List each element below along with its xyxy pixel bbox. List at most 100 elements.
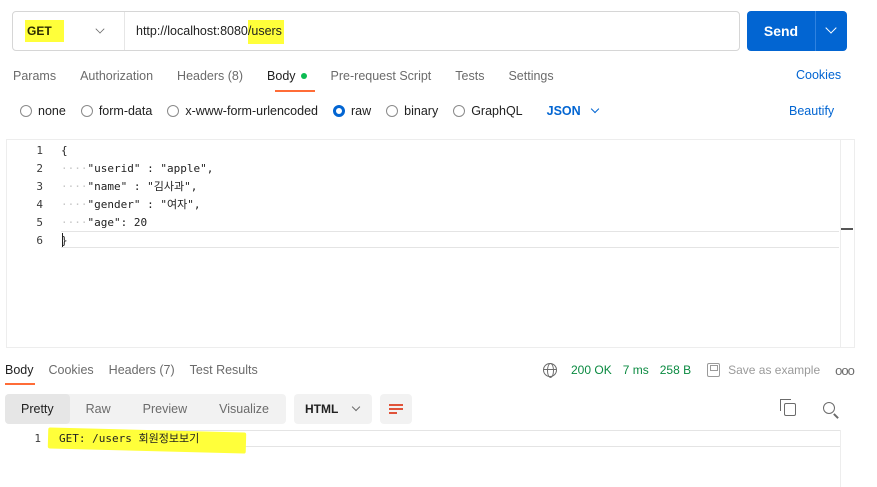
wrap-icon-line (389, 408, 403, 410)
tab-label: Params (13, 69, 57, 83)
response-format-select[interactable]: HTML (294, 394, 372, 424)
tab-label: Settings (508, 69, 554, 83)
tab-label: Headers (108, 363, 156, 377)
save-icon (707, 363, 721, 377)
code-line: ····"name" : "김사과", (61, 178, 213, 196)
body-type-graphql[interactable]: GraphQL (453, 104, 523, 118)
code-text: "userid" : "apple", (87, 162, 214, 175)
response-size[interactable]: 258 B (660, 363, 691, 377)
response-line-numbers: 1 (25, 431, 41, 447)
view-mode-selector: Pretty Raw Preview Visualize (5, 394, 286, 424)
radio-button[interactable] (453, 105, 466, 117)
tab-authorization[interactable]: Authorization (80, 69, 153, 83)
search-icon[interactable] (823, 402, 835, 414)
code-line: { (61, 142, 213, 160)
whitespace-marker: ···· (61, 162, 88, 175)
body-type-binary[interactable]: binary (386, 104, 438, 118)
body-type-none[interactable]: none (20, 104, 66, 118)
view-raw-button[interactable]: Raw (70, 394, 127, 424)
globe-icon[interactable] (543, 363, 557, 378)
response-tab-headers[interactable]: Headers (7) (109, 363, 175, 377)
status-code[interactable]: 200 OK (571, 363, 612, 377)
response-tab-indicator (5, 383, 35, 385)
radio-button[interactable] (80, 105, 93, 117)
radio-button[interactable] (386, 105, 399, 117)
response-scrollbar[interactable] (840, 430, 854, 487)
body-type-form-data[interactable]: form-data (80, 104, 153, 118)
tab-label: Pre-request Script (330, 69, 432, 83)
code-text: "age": 20 (87, 216, 148, 229)
code-line: } (61, 232, 213, 250)
wrap-icon-line (389, 404, 403, 406)
chevron-down-icon (590, 104, 599, 114)
line-number: 2 (36, 162, 43, 175)
radio-label: GraphQL (471, 104, 523, 118)
request-url-bar: GET http://localhost:8080/users (12, 11, 740, 51)
method-label: GET (25, 20, 64, 42)
code-content[interactable]: {····"userid" : "apple", ····"name" : "김사… (61, 142, 213, 250)
method-select[interactable]: GET (13, 12, 125, 50)
tab-settings[interactable]: Settings (508, 69, 553, 83)
tab-label: Headers (177, 69, 225, 83)
code-text: "name" : "김사과", (87, 180, 198, 193)
radio-label: none (38, 104, 66, 118)
send-label: Send (763, 23, 799, 39)
cookies-link[interactable]: Cookies (796, 68, 841, 82)
raw-format-select[interactable]: JSON (546, 104, 599, 118)
more-options-icon[interactable]: ooo (835, 363, 855, 378)
tab-params[interactable]: Params (13, 69, 56, 83)
response-format-label: HTML (305, 402, 339, 416)
whitespace-marker: ···· (61, 180, 88, 193)
tab-label: Body (5, 363, 34, 377)
chevron-down-icon (352, 402, 361, 412)
response-line: GET: /users 회원정보보기 (59, 432, 200, 445)
code-line: ····"userid" : "apple", (61, 160, 213, 178)
editor-scrollbar[interactable] (840, 140, 854, 347)
view-visualize-button[interactable]: Visualize (203, 394, 285, 424)
raw-format-label: JSON (546, 104, 581, 118)
view-preview-button[interactable]: Preview (127, 394, 203, 424)
active-tab-indicator (275, 90, 315, 92)
body-type-raw[interactable]: raw (333, 104, 371, 118)
wrap-lines-button[interactable] (380, 394, 412, 424)
text-caret (62, 233, 63, 247)
radio-label: raw (351, 104, 372, 118)
line-number: 3 (36, 180, 43, 193)
save-as-example-button[interactable]: Save as example (728, 363, 820, 377)
beautify-button[interactable]: Beautify (789, 104, 834, 118)
code-text: { (61, 144, 68, 157)
response-time[interactable]: 7 ms (623, 363, 649, 377)
code-line: ····"age": 20 (61, 214, 213, 232)
tab-label: Authorization (80, 69, 154, 83)
tab-headers[interactable]: Headers (8) (177, 69, 243, 83)
body-type-options: none form-data x-www-form-urlencoded raw bin… (20, 103, 599, 119)
radio-label: form-data (98, 104, 153, 118)
tab-pre-request-script[interactable]: Pre-request Script (331, 69, 432, 83)
wrap-icon-line (389, 412, 397, 414)
body-indicator-dot (300, 72, 307, 79)
tab-count: (8) (224, 69, 244, 83)
send-button[interactable]: Send (747, 11, 847, 51)
response-tab-test-results[interactable]: Test Results (190, 363, 258, 377)
tab-label: Test Results (189, 363, 258, 377)
line-number: 1 (34, 432, 41, 445)
radio-button[interactable] (333, 105, 345, 117)
body-type-x-www-form-urlencoded[interactable]: x-www-form-urlencoded (167, 104, 318, 118)
url-input[interactable]: http://localhost:8080/users (125, 20, 284, 44)
response-tab-body[interactable]: Body (5, 363, 34, 377)
tab-count: (7) (155, 363, 175, 377)
url-text: http://localhost:8080 (136, 24, 248, 38)
url-path-highlight: /users (247, 20, 284, 44)
radio-button[interactable] (167, 105, 180, 117)
tab-tests[interactable]: Tests (455, 69, 484, 83)
view-pretty-button[interactable]: Pretty (5, 394, 70, 424)
tab-body[interactable]: Body (267, 69, 307, 83)
tab-label: Cookies (48, 363, 94, 377)
radio-button[interactable] (20, 105, 32, 117)
tab-label: Body (267, 69, 296, 83)
response-tab-cookies[interactable]: Cookies (49, 363, 94, 377)
whitespace-marker: ···· (61, 216, 88, 229)
send-options-chevron-icon[interactable] (816, 11, 847, 51)
copy-icon[interactable] (780, 399, 796, 416)
tab-label: Tests (455, 69, 485, 83)
